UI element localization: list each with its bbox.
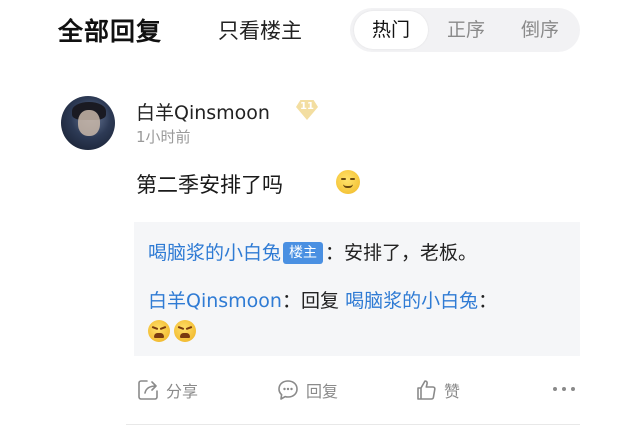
only-op-filter[interactable]: 只看楼主 <box>218 15 302 45</box>
reply-author[interactable]: 白羊Qinsmoon <box>148 290 282 312</box>
divider <box>126 424 580 425</box>
sort-tabs: 热门 正序 倒序 <box>350 8 580 52</box>
like-label: 赞 <box>444 382 461 401</box>
page-title: 全部回复 <box>58 17 163 46</box>
reply-author[interactable]: 喝脑浆的小白兔 <box>148 242 281 264</box>
angry-face-icon <box>174 320 196 342</box>
reply-item: 白羊Qinsmoon：回复 喝脑浆的小白兔： <box>148 286 497 313</box>
reply-header: 全部回复 只看楼主 热门 正序 倒序 <box>0 0 640 64</box>
tab-hot[interactable]: 热门 <box>354 11 428 49</box>
level-badge-icon: 11 <box>294 98 320 122</box>
thumbs-up-icon <box>417 380 436 400</box>
share-button[interactable]: 分享 <box>136 376 198 404</box>
reply-target[interactable]: 喝脑浆的小白兔 <box>345 290 478 312</box>
op-badge: 楼主 <box>283 242 324 264</box>
reply-list: 喝脑浆的小白兔 楼主 ：安排了，老板。 白羊Qinsmoon：回复 喝脑浆的小白兔： <box>134 222 580 356</box>
avatar[interactable] <box>61 96 115 150</box>
comment-icon <box>278 380 298 400</box>
share-label: 分享 <box>166 382 199 401</box>
like-button[interactable]: 赞 <box>414 376 460 404</box>
reply-separator: ： <box>281 290 301 312</box>
reply-text: 安排了，老板。 <box>344 242 478 264</box>
reply-item: 喝脑浆的小白兔 楼主 ：安排了，老板。 <box>148 238 477 265</box>
reply-button[interactable]: 回复 <box>276 376 338 404</box>
comment-timestamp: 1小时前 <box>136 128 191 146</box>
level-number: 11 <box>300 101 314 112</box>
smiling-face-icon <box>336 170 360 194</box>
comment-username[interactable]: 白羊Qinsmoon <box>136 98 270 125</box>
tab-descending[interactable]: 倒序 <box>504 8 576 52</box>
reply-separator: ： <box>478 290 498 312</box>
tab-ascending[interactable]: 正序 <box>430 8 502 52</box>
more-options-icon[interactable] <box>552 386 578 394</box>
reply-label: 回复 <box>306 382 339 401</box>
reply-word: 回复 <box>301 290 340 312</box>
comment-text: 第二季安排了吗 <box>136 173 283 197</box>
reply-separator: ： <box>325 242 345 264</box>
share-icon <box>138 380 158 400</box>
angry-face-icon <box>148 320 170 342</box>
